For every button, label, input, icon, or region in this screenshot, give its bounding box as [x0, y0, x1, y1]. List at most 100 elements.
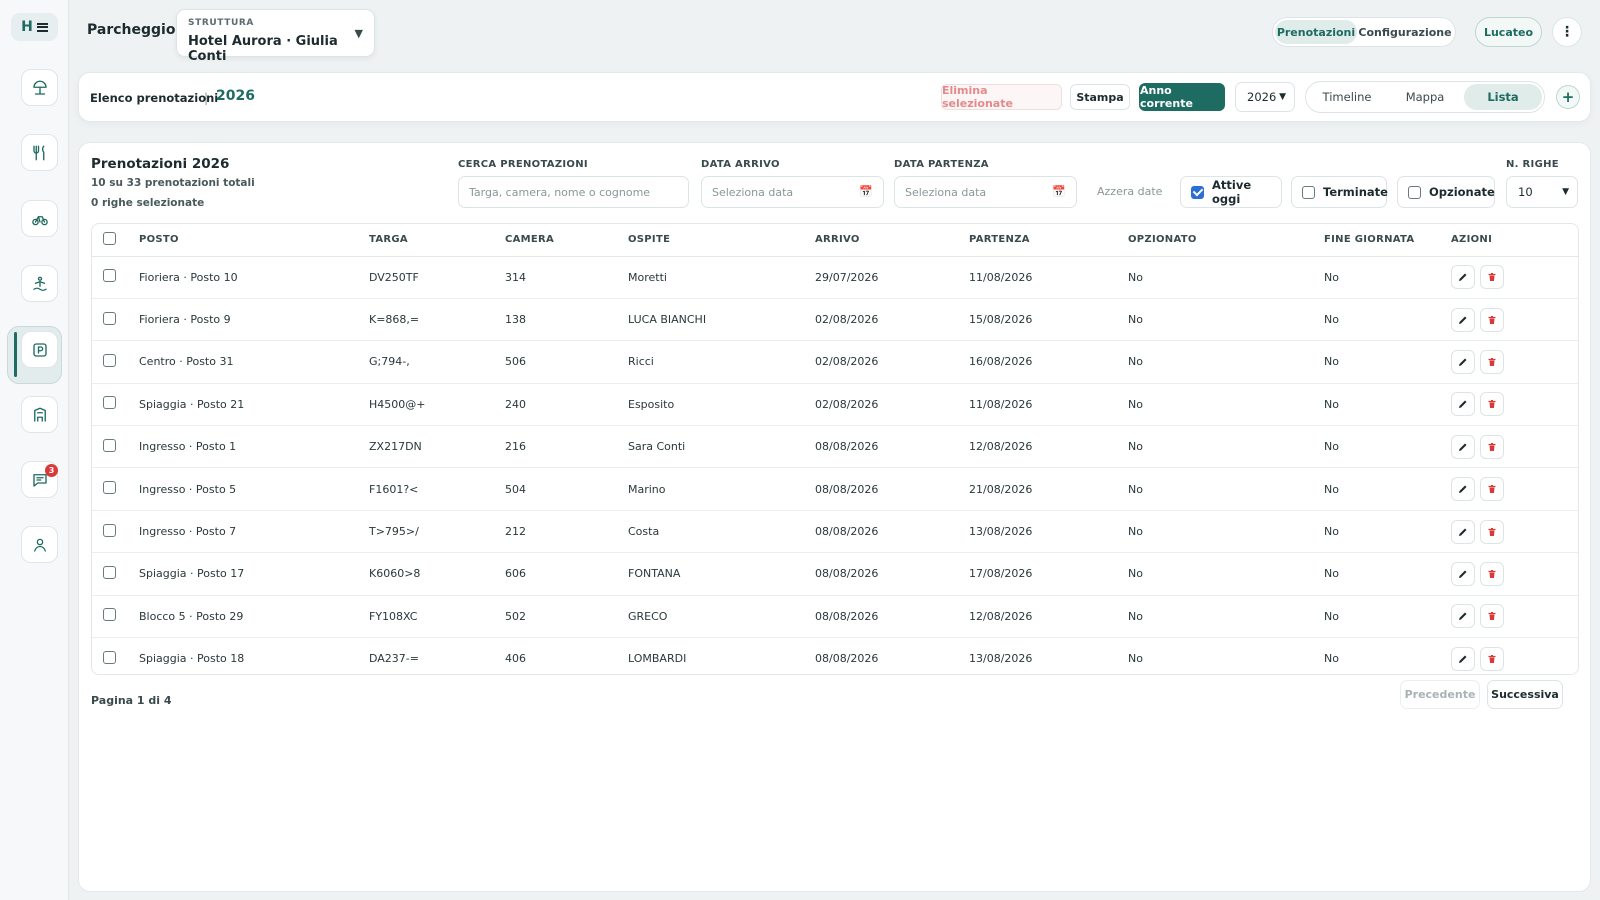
sidebar-item-restaurant[interactable] [21, 134, 58, 171]
sidebar-item-bike[interactable] [21, 200, 58, 237]
cell-ospite: Marino [628, 467, 815, 511]
sidebar-item-building[interactable] [21, 396, 58, 433]
row-checkbox[interactable] [103, 565, 116, 579]
row-checkbox[interactable] [103, 396, 116, 410]
edit-button[interactable] [1451, 646, 1475, 671]
delete-button[interactable] [1480, 392, 1504, 417]
delete-button[interactable] [1480, 434, 1504, 459]
table-row[interactable]: Blocco 5 · Posto 29 FY108XC 502 GRECO 08/08/… [92, 595, 1578, 639]
table-row[interactable]: Fioriera · Posto 9 K=868,= 138 LUCA BIANCHI… [92, 298, 1578, 342]
delete-button[interactable] [1480, 477, 1504, 502]
filter-active-today[interactable]: Attive oggi [1180, 176, 1282, 208]
cell-targa: DA237-= [369, 652, 419, 666]
view-mappa[interactable]: Mappa [1386, 84, 1464, 110]
delete-button[interactable] [1480, 307, 1504, 332]
more-options-icon[interactable]: ⋮ [1552, 17, 1582, 47]
rows-per-page-select[interactable]: 10 ▼ [1506, 176, 1578, 208]
col-targa[interactable]: TARGA [369, 224, 505, 257]
prev-page-button[interactable]: Precedente [1400, 680, 1480, 709]
next-page-button[interactable]: Successiva [1487, 680, 1563, 709]
row-checkbox[interactable] [103, 608, 116, 622]
row-actions [1451, 256, 1578, 299]
col-camera[interactable]: CAMERA [505, 224, 628, 257]
filter-optioned[interactable]: Opzionate [1397, 176, 1495, 208]
checkbox[interactable] [1408, 185, 1421, 199]
current-year-button[interactable]: Anno corrente [1139, 83, 1225, 111]
reset-dates-button[interactable]: Azzera date [1097, 185, 1162, 198]
edit-button[interactable] [1451, 307, 1475, 332]
col-arrivo[interactable]: ARRIVO [815, 224, 969, 257]
table-row[interactable]: Ingresso · Posto 1 ZX217DN 216 Sara Conti 08… [92, 425, 1578, 469]
structure-select[interactable]: STRUTTURA Hotel Aurora · Giulia Conti ▼ [176, 9, 375, 64]
edit-button[interactable] [1451, 265, 1475, 290]
col-posto[interactable]: POSTO [139, 224, 369, 257]
cell-partenza: 11/08/2026 [969, 383, 1128, 427]
cell-ospite: FONTANA [628, 552, 815, 596]
sidebar-item-user[interactable] [21, 526, 58, 563]
sidebar-item-wellness[interactable] [21, 265, 58, 302]
checkbox[interactable] [1191, 185, 1204, 199]
delete-button[interactable] [1480, 349, 1504, 374]
table-row[interactable]: Ingresso · Posto 5 F1601?< 504 Marino 08/08/… [92, 467, 1578, 511]
checkbox[interactable] [1302, 185, 1315, 199]
delete-button[interactable] [1480, 646, 1504, 671]
row-checkbox[interactable] [103, 438, 116, 452]
row-checkbox[interactable] [103, 523, 116, 537]
edit-button[interactable] [1451, 604, 1475, 629]
view-timeline[interactable]: Timeline [1308, 84, 1386, 110]
row-checkbox[interactable] [103, 481, 116, 495]
tab-prenotazioni[interactable]: Prenotazioni [1275, 20, 1357, 44]
delete-button[interactable] [1480, 561, 1504, 586]
delete-button[interactable] [1480, 265, 1504, 290]
departure-date-input[interactable]: Seleziona data 📅 [894, 176, 1077, 208]
edit-button[interactable] [1451, 519, 1475, 544]
delete-button[interactable] [1480, 604, 1504, 629]
col-ospite[interactable]: OSPITE [628, 224, 815, 257]
table-row[interactable]: Spiaggia · Posto 17 K6060>8 606 FONTANA 08/0… [92, 552, 1578, 596]
table-row[interactable]: Centro · Posto 31 G;794-, 506 Ricci 02/08/20… [92, 340, 1578, 384]
sidebar-item-parking[interactable] [21, 331, 58, 368]
row-checkbox[interactable] [103, 650, 116, 664]
cell-opzionato: No [1128, 340, 1324, 384]
cell-posto: Ingresso · Posto 1 [139, 425, 369, 469]
filter-finished[interactable]: Terminate [1291, 176, 1388, 208]
row-select-cell [92, 638, 139, 674]
edit-button[interactable] [1451, 392, 1475, 417]
row-checkbox[interactable] [103, 353, 116, 367]
arrival-label: DATA ARRIVO [701, 159, 780, 170]
cell-posto: Spiaggia · Posto 21 [139, 383, 369, 427]
table-row[interactable]: Ingresso · Posto 7 T>795>/212 Costa 08/08/2… [92, 510, 1578, 554]
tab-configurazione[interactable]: Configurazione [1357, 20, 1453, 44]
top-header: Parcheggio STRUTTURA Hotel Aurora · Giul… [69, 0, 1600, 65]
cell-ospite: Sara Conti [628, 425, 815, 469]
edit-button[interactable] [1451, 349, 1475, 374]
col-opzionato[interactable]: OPZIONATO [1128, 224, 1324, 257]
table-row[interactable]: Fioriera · Posto 10 DV250TF 314 Moretti 29/0… [92, 256, 1578, 299]
add-booking-button[interactable]: + [1556, 85, 1580, 109]
col-partenza[interactable]: PARTENZA [969, 224, 1128, 257]
print-button[interactable]: Stampa [1070, 84, 1130, 110]
restaurant-icon [32, 145, 44, 160]
table-row[interactable]: Spiaggia · Posto 18 DA237-= 406 LOMBARDI 08/… [92, 638, 1578, 674]
menu-toggle-button[interactable]: H [11, 13, 58, 41]
edit-button[interactable] [1451, 561, 1475, 586]
select-all-checkbox[interactable] [103, 231, 116, 245]
table-row[interactable]: Spiaggia · Posto 21 H4500@+ 240 Esposito 02/… [92, 383, 1578, 427]
cell-targa: ZX217DN [369, 425, 505, 469]
sidebar-item-beach[interactable] [21, 69, 58, 106]
row-actions [1451, 595, 1578, 639]
col-fine-giornata[interactable]: FINE GIORNATA [1324, 224, 1451, 257]
search-input[interactable]: Targa, camera, nome o cognome [458, 176, 689, 208]
row-checkbox[interactable] [103, 311, 116, 325]
user-button[interactable]: Lucateo [1475, 17, 1542, 47]
year-select[interactable]: 2026 ▼ [1235, 82, 1295, 112]
delete-button[interactable] [1480, 519, 1504, 544]
delete-selected-button[interactable]: Elimina selezionate [941, 84, 1062, 110]
cell-opzionato: No [1128, 552, 1324, 596]
view-lista[interactable]: Lista [1464, 84, 1542, 110]
row-checkbox[interactable] [103, 269, 116, 283]
edit-button[interactable] [1451, 434, 1475, 459]
beach-umbrella-icon [32, 80, 47, 95]
arrival-date-input[interactable]: Seleziona data 📅 [701, 176, 884, 208]
edit-button[interactable] [1451, 477, 1475, 502]
